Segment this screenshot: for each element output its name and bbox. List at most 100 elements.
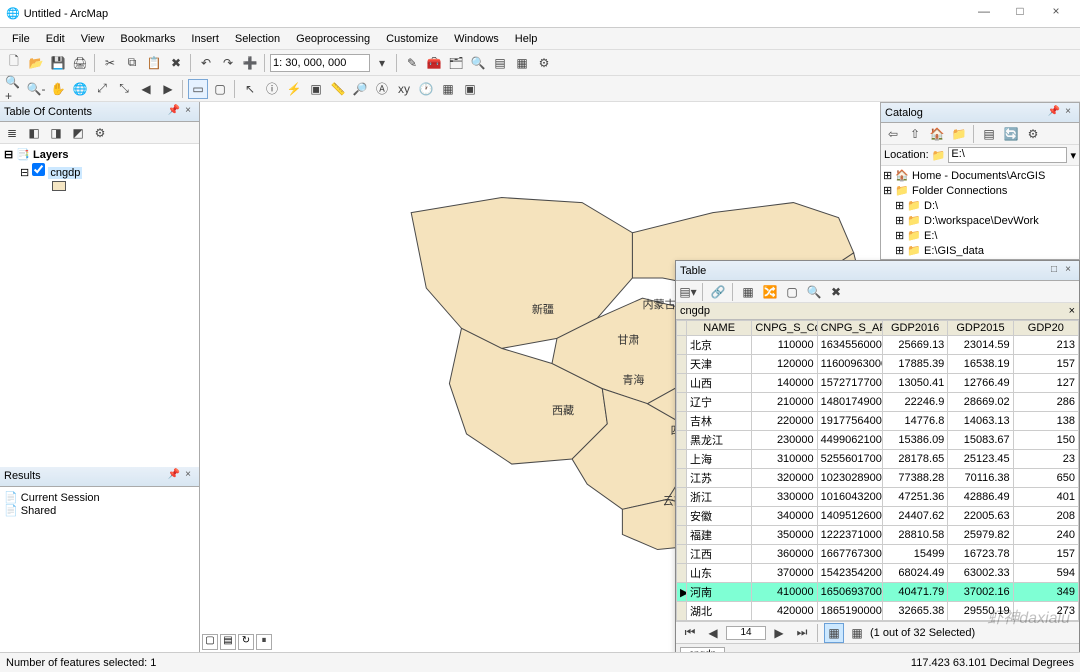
search-window-icon[interactable]: 🔍 bbox=[468, 53, 488, 73]
list-by-selection-icon[interactable]: ◩ bbox=[68, 123, 88, 143]
delete-selected-icon[interactable]: ✖ bbox=[826, 282, 846, 302]
switch-selection-icon[interactable]: 🔀 bbox=[760, 282, 780, 302]
catalog-node[interactable]: ⊞ 📁 D:\ bbox=[883, 198, 1077, 213]
refresh-view-icon[interactable]: ↻ bbox=[238, 634, 254, 650]
show-all-icon[interactable]: ▦ bbox=[824, 623, 844, 643]
table-close-icon[interactable]: × bbox=[1061, 264, 1075, 278]
results-item[interactable]: 📄 Shared bbox=[4, 504, 195, 517]
full-extent-icon[interactable]: 🌐 bbox=[70, 79, 90, 99]
table-header[interactable]: CNPG_S_Cod bbox=[752, 321, 817, 336]
nav-position-input[interactable] bbox=[726, 626, 766, 640]
find-route-icon[interactable]: Ⓐ bbox=[372, 79, 392, 99]
table-max-icon[interactable]: □ bbox=[1047, 264, 1061, 278]
catalog-window-icon[interactable]: 🗂 bbox=[446, 53, 466, 73]
menu-file[interactable]: File bbox=[4, 30, 38, 48]
results-item[interactable]: 📄 Current Session bbox=[4, 491, 195, 504]
catalog-node[interactable]: ⊞ 📁 Folder Connections bbox=[883, 183, 1077, 198]
table-row[interactable]: 福建35000012223710000028810.5825979.82240 bbox=[677, 526, 1079, 545]
viewer-window-icon[interactable]: ▣ bbox=[460, 79, 480, 99]
nav-last-icon[interactable]: ⏭ bbox=[792, 623, 812, 643]
toolbox-icon[interactable]: 🧰 bbox=[424, 53, 444, 73]
menu-bookmarks[interactable]: Bookmarks bbox=[112, 30, 183, 48]
table-header[interactable] bbox=[677, 321, 687, 336]
list-by-drawing-order-icon[interactable]: ≣ bbox=[2, 123, 22, 143]
catalog-refresh-icon[interactable]: 🔄 bbox=[1001, 124, 1021, 144]
cut-icon[interactable]: ✂ bbox=[100, 53, 120, 73]
catalog-close-icon[interactable]: × bbox=[1061, 106, 1075, 120]
table-tab-close-icon[interactable]: × bbox=[1069, 305, 1075, 317]
catalog-node[interactable]: ⊞ 🧰 Toolboxes bbox=[883, 258, 1077, 259]
add-data-icon[interactable]: ➕ bbox=[240, 53, 260, 73]
catalog-location-input[interactable]: E:\ bbox=[948, 147, 1067, 163]
forward-extent-icon[interactable]: ▶ bbox=[158, 79, 178, 99]
table-row[interactable]: 江西3600001667767300001549916723.78157 bbox=[677, 545, 1079, 564]
select-elements-icon[interactable]: ↖ bbox=[240, 79, 260, 99]
table-header[interactable]: GDP20 bbox=[1013, 321, 1078, 336]
table-row[interactable]: 黑龙江23000044990621000015386.0915083.67150 bbox=[677, 431, 1079, 450]
table-row[interactable]: 山东37000015423542000068024.4963002.33594 bbox=[677, 564, 1079, 583]
maximize-button[interactable]: □ bbox=[1002, 4, 1038, 24]
fixed-zoom-in-icon[interactable]: ⤢ bbox=[92, 79, 112, 99]
time-slider-icon[interactable]: 🕐 bbox=[416, 79, 436, 99]
clear-selection-table-icon[interactable]: ▢ bbox=[782, 282, 802, 302]
table-of-contents-icon[interactable]: ▤ bbox=[490, 53, 510, 73]
scale-dropdown-icon[interactable]: ▾ bbox=[372, 53, 392, 73]
clear-selection-icon[interactable]: ▢ bbox=[210, 79, 230, 99]
menu-selection[interactable]: Selection bbox=[227, 30, 288, 48]
data-view-tab[interactable]: ▢ bbox=[202, 634, 218, 650]
related-tables-icon[interactable]: 🔗 bbox=[708, 282, 728, 302]
zoom-selected-icon[interactable]: 🔍 bbox=[804, 282, 824, 302]
close-button[interactable]: × bbox=[1038, 4, 1074, 24]
catalog-back-icon[interactable]: ⇦ bbox=[883, 124, 903, 144]
pause-drawing-icon[interactable]: ⏸ bbox=[256, 634, 272, 650]
attribute-table[interactable]: NAMECNPG_S_CodCNPG_S_AREGDP2016GDP2015GD… bbox=[676, 320, 1079, 621]
catalog-location-dropdown-icon[interactable]: ▾ bbox=[1070, 149, 1076, 162]
back-extent-icon[interactable]: ◀ bbox=[136, 79, 156, 99]
catalog-up-icon[interactable]: ⇧ bbox=[905, 124, 925, 144]
identify-icon[interactable]: ⓘ bbox=[262, 79, 282, 99]
table-header[interactable]: NAME bbox=[687, 321, 752, 336]
catalog-view-icon[interactable]: ▤ bbox=[979, 124, 999, 144]
table-row[interactable]: 安徽34000014095126000024407.6222005.63208 bbox=[677, 507, 1079, 526]
catalog-node[interactable]: ⊞ 📁 D:\workspace\DevWork bbox=[883, 213, 1077, 228]
menu-geoprocessing[interactable]: Geoprocessing bbox=[288, 30, 378, 48]
catalog-connect-icon[interactable]: 📁 bbox=[949, 124, 969, 144]
toc-pin-icon[interactable]: 📌 bbox=[167, 105, 181, 119]
save-icon[interactable]: 💾 bbox=[48, 53, 68, 73]
table-row[interactable]: 天津1200001160096300017885.3916538.19157 bbox=[677, 355, 1079, 374]
new-icon[interactable]: 🗋 bbox=[4, 53, 24, 73]
scale-input[interactable] bbox=[270, 54, 370, 72]
table-header[interactable]: CNPG_S_ARE bbox=[817, 321, 882, 336]
table-header[interactable]: GDP2016 bbox=[882, 321, 947, 336]
toc-layer-cngdp[interactable]: ⊟ cngdp bbox=[20, 163, 195, 179]
paste-icon[interactable]: 📋 bbox=[144, 53, 164, 73]
select-by-attributes-icon[interactable]: ▦ bbox=[738, 282, 758, 302]
html-popup-icon[interactable]: ▣ bbox=[306, 79, 326, 99]
toc-root[interactable]: ⊟ 📑 Layers bbox=[4, 148, 195, 161]
nav-next-icon[interactable]: ▶ bbox=[769, 623, 789, 643]
table-row[interactable]: 上海310000525560170028178.6525123.4523 bbox=[677, 450, 1079, 469]
zoom-in-icon[interactable]: 🔍+ bbox=[4, 79, 24, 99]
menu-edit[interactable]: Edit bbox=[38, 30, 73, 48]
menu-view[interactable]: View bbox=[73, 30, 113, 48]
list-by-visibility-icon[interactable]: ◨ bbox=[46, 123, 66, 143]
zoom-out-icon[interactable]: 🔍- bbox=[26, 79, 46, 99]
catalog-pin-icon[interactable]: 📌 bbox=[1047, 106, 1061, 120]
table-tab[interactable]: cngdp bbox=[680, 647, 725, 653]
table-row[interactable]: ▶河南41000016506937000040471.7937002.16349 bbox=[677, 583, 1079, 602]
find-icon[interactable]: 🔎 bbox=[350, 79, 370, 99]
toc-close-icon[interactable]: × bbox=[181, 105, 195, 119]
catalog-home-icon[interactable]: 🏠 bbox=[927, 124, 947, 144]
fixed-zoom-out-icon[interactable]: ⤡ bbox=[114, 79, 134, 99]
show-selected-icon[interactable]: ▦ bbox=[847, 623, 867, 643]
catalog-options-icon[interactable]: ⚙ bbox=[1023, 124, 1043, 144]
delete-icon[interactable]: ✖ bbox=[166, 53, 186, 73]
copy-icon[interactable]: ⧉ bbox=[122, 53, 142, 73]
menu-help[interactable]: Help bbox=[507, 30, 546, 48]
layout-view-tab[interactable]: ▤ bbox=[220, 634, 236, 650]
measure-icon[interactable]: 📏 bbox=[328, 79, 348, 99]
layer-visibility-checkbox[interactable] bbox=[32, 163, 45, 176]
menu-windows[interactable]: Windows bbox=[446, 30, 507, 48]
list-by-source-icon[interactable]: ◧ bbox=[24, 123, 44, 143]
python-window-icon[interactable]: ▦ bbox=[512, 53, 532, 73]
